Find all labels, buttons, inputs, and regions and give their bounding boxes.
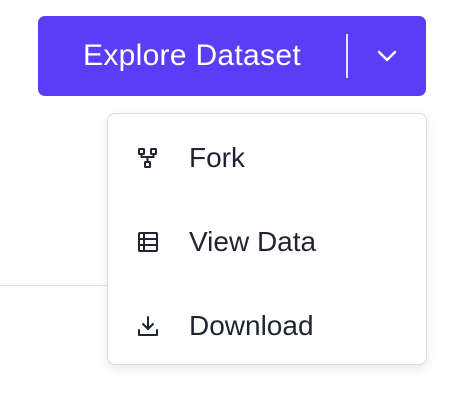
dropdown-menu: Fork View Data Download — [107, 113, 427, 365]
explore-dataset-split-button: Explore Dataset — [38, 16, 426, 96]
menu-item-label: View Data — [189, 226, 317, 257]
menu-item-download[interactable]: Download — [108, 296, 426, 356]
menu-item-label: Fork — [189, 142, 245, 173]
download-icon — [137, 315, 159, 337]
menu-item-fork[interactable]: Fork — [108, 128, 426, 188]
fork-icon — [137, 147, 159, 169]
dropdown-toggle-button[interactable] — [348, 16, 426, 96]
explore-dataset-button[interactable]: Explore Dataset — [38, 16, 346, 96]
chevron-down-icon — [376, 49, 398, 63]
menu-item-label: Download — [189, 310, 314, 341]
table-icon — [137, 231, 159, 253]
page: Explore Dataset Fork View Data Download — [0, 0, 468, 400]
divider-line — [0, 285, 110, 286]
menu-item-view-data[interactable]: View Data — [108, 212, 426, 272]
